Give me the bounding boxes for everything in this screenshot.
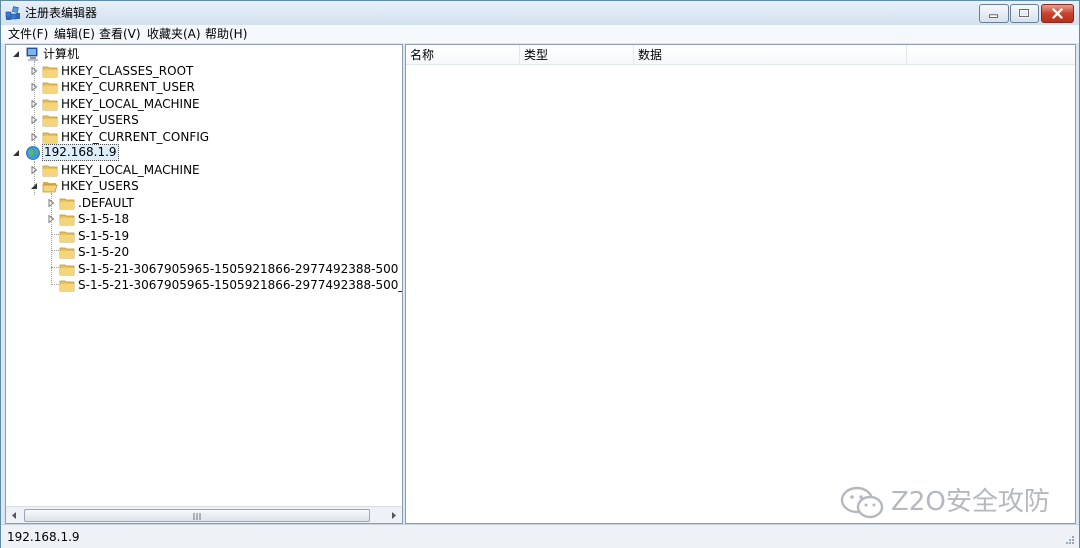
collapsed-arrow-icon[interactable] (30, 100, 38, 108)
folder-icon (42, 115, 58, 127)
collapsed-arrow-icon[interactable] (30, 166, 38, 174)
tree-label: HKEY_CLASSES_ROOT (61, 64, 194, 78)
tree-node-s-1-5-20[interactable]: S-1-5-20 (6, 244, 402, 260)
minimize-icon (989, 14, 998, 18)
menu-edit[interactable]: 编辑(E) (54, 27, 95, 41)
maximize-button[interactable] (1010, 4, 1039, 23)
tree-node-s-1-5-18[interactable]: S-1-5-18 (6, 211, 402, 227)
collapsed-arrow-icon[interactable] (30, 116, 38, 124)
close-button[interactable] (1041, 4, 1074, 23)
tree-label: HKEY_LOCAL_MACHINE (61, 163, 200, 177)
tree-label: HKEY_USERS (61, 113, 139, 127)
folder-icon (42, 132, 58, 144)
tree-label-selected: 192.168.1.9 (42, 144, 119, 161)
folder-icon (59, 264, 75, 276)
status-path: 192.168.1.9 (7, 530, 80, 544)
collapsed-arrow-icon[interactable] (47, 215, 55, 223)
tree-label: HKEY_CURRENT_USER (61, 80, 195, 94)
tree-label: 计算机 (43, 47, 80, 61)
tree-node-computer[interactable]: 计算机 (6, 46, 402, 62)
status-bar: 192.168.1.9 (1, 524, 1079, 548)
folder-icon (59, 280, 75, 292)
column-header-type[interactable]: 类型 (520, 45, 634, 65)
tree-label: HKEY_USERS (61, 179, 139, 193)
tree-node-s-1-5-19[interactable]: S-1-5-19 (6, 228, 402, 244)
menu-view[interactable]: 查看(V) (99, 27, 141, 41)
tree-node-default[interactable]: .DEFAULT (6, 195, 402, 211)
close-icon (1052, 8, 1063, 19)
scrollbar-thumb[interactable] (24, 509, 370, 522)
key-tree[interactable]: 计算机 HKEY_CLASSES_ROOT HKEY_CURRENT_USER … (5, 44, 403, 524)
tree-label: .DEFAULT (78, 196, 134, 210)
watermark-text: Z2O安全攻防 (891, 487, 1050, 517)
collapsed-arrow-icon[interactable] (30, 83, 38, 91)
network-globe-icon (26, 146, 40, 160)
folder-open-icon (42, 182, 58, 193)
computer-icon (26, 47, 38, 61)
resize-grip-icon[interactable] (1063, 533, 1075, 545)
folder-icon (59, 214, 75, 226)
window-title: 注册表编辑器 (25, 6, 98, 20)
folder-icon (59, 247, 75, 259)
wechat-icon (840, 486, 884, 519)
expanded-arrow-icon[interactable] (12, 149, 20, 157)
tree-label: S-1-5-21-3067905965-1505921866-297749238… (78, 278, 403, 292)
expanded-arrow-icon[interactable] (12, 50, 20, 58)
registry-editor-window: 注册表编辑器 文件(F) 编辑(E) 查看(V) 收藏夹(A) 帮助(H) 计算… (0, 0, 1080, 548)
tree-node-s-1-5-21-500[interactable]: S-1-5-21-3067905965-1505921866-297749238… (6, 261, 402, 277)
column-header-name[interactable]: 名称 (406, 45, 520, 65)
scroll-left-icon[interactable] (6, 507, 23, 524)
menu-bar: 文件(F) 编辑(E) 查看(V) 收藏夹(A) 帮助(H) (1, 25, 1079, 43)
tree-node-remote-hkey-local-machine[interactable]: HKEY_LOCAL_MACHINE (6, 162, 402, 178)
collapsed-arrow-icon[interactable] (30, 133, 38, 141)
menu-favorites[interactable]: 收藏夹(A) (147, 27, 201, 41)
grip-icon (193, 513, 201, 520)
folder-icon (59, 198, 75, 210)
collapsed-arrow-icon[interactable] (47, 199, 55, 207)
menu-help[interactable]: 帮助(H) (205, 27, 247, 41)
tree-horizontal-scrollbar[interactable] (6, 506, 402, 523)
title-bar[interactable]: 注册表编辑器 (1, 1, 1079, 25)
tree-label: S-1-5-20 (78, 245, 130, 259)
scroll-right-icon[interactable] (385, 507, 402, 524)
tree-node-remote-computer[interactable]: 192.168.1.9 (6, 144, 402, 161)
values-list[interactable]: 名称 类型 数据 (405, 44, 1076, 524)
tree-node-hkey-users[interactable]: HKEY_USERS (6, 112, 402, 128)
tree-label: HKEY_LOCAL_MACHINE (61, 97, 200, 111)
tree-node-s-1-5-21-500-classes[interactable]: S-1-5-21-3067905965-1505921866-297749238… (6, 277, 403, 293)
tree-node-hkey-local-machine[interactable]: HKEY_LOCAL_MACHINE (6, 96, 402, 112)
folder-icon (59, 231, 75, 243)
folder-icon (42, 165, 58, 177)
folder-icon (42, 99, 58, 111)
tree-label: S-1-5-21-3067905965-1505921866-297749238… (78, 262, 399, 276)
menu-file[interactable]: 文件(F) (8, 27, 48, 41)
minimize-button[interactable] (979, 4, 1009, 23)
tree-node-hkey-current-user[interactable]: HKEY_CURRENT_USER (6, 79, 402, 95)
tree-label: S-1-5-19 (78, 229, 130, 243)
watermark: Z2O安全攻防 (839, 485, 1069, 521)
column-header-data[interactable]: 数据 (634, 45, 907, 65)
tree-node-hkey-current-config[interactable]: HKEY_CURRENT_CONFIG (6, 129, 402, 145)
expanded-arrow-icon[interactable] (30, 182, 38, 190)
tree-label: S-1-5-18 (78, 212, 130, 226)
tree-node-remote-hkey-users[interactable]: HKEY_USERS (6, 178, 402, 194)
maximize-icon (1018, 8, 1030, 18)
folder-icon (42, 82, 58, 94)
folder-icon (42, 66, 58, 78)
tree-label: HKEY_CURRENT_CONFIG (61, 130, 210, 144)
collapsed-arrow-icon[interactable] (30, 67, 38, 75)
tree-node-hkey-classes-root[interactable]: HKEY_CLASSES_ROOT (6, 63, 402, 79)
registry-editor-icon (5, 6, 20, 20)
